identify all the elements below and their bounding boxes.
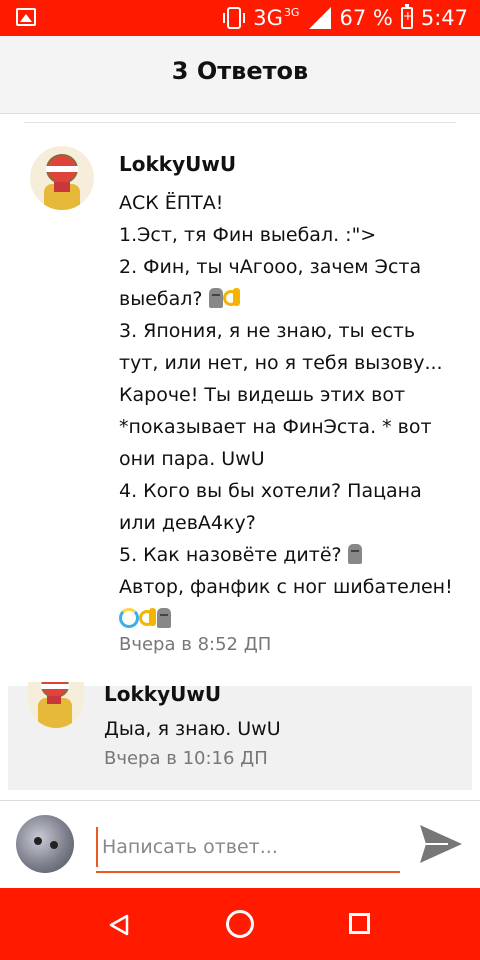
divider — [24, 122, 456, 123]
recents-icon[interactable] — [349, 913, 370, 934]
page-title: 3 Ответов — [171, 57, 309, 85]
comment-line: 2. Фин, ты чАгооо, зачем Эста — [119, 256, 422, 278]
reply-avatar[interactable] — [28, 682, 84, 728]
comment-line: или девА4ку? — [119, 512, 256, 534]
home-icon[interactable] — [226, 910, 254, 938]
comment-line: Кароче! Ты видешь этих вот — [119, 384, 406, 406]
clock: 5:47 — [420, 6, 468, 30]
dizzy-icon — [119, 608, 139, 628]
comment-line-with-emoji: 5. Как назовёте дитё? — [119, 539, 464, 571]
comment-text: АСК ЁПТА! 1.Эст, тя Фин выебал. :"> 2. Ф… — [119, 187, 464, 635]
network-label: 3G — [253, 6, 283, 30]
back-icon[interactable] — [108, 914, 130, 936]
status-icons: 3G3G 67 % 5:47 — [223, 0, 468, 36]
network-type: 3G 3G — [253, 6, 299, 30]
comment-line-with-emoji: выебал? — [119, 283, 464, 315]
header: 3 Ответов — [0, 36, 480, 114]
battery-charging-icon — [400, 4, 413, 29]
reply: LokkyUwU Дыа, я знаю. UwU Вчера в 10:16 … — [8, 682, 472, 790]
ok-hand-icon — [139, 608, 157, 628]
avatar[interactable] — [30, 146, 94, 210]
comment-line: 3. Япония, я не знаю, ты есть — [119, 320, 416, 342]
moai-icon — [157, 608, 171, 628]
comment-line: 1.Эст, тя Фин выебал. :"> — [119, 224, 377, 246]
composer — [0, 800, 480, 888]
send-icon[interactable] — [418, 823, 464, 865]
moai-icon — [347, 544, 362, 564]
comment-line: тут, или нет, но я тебя вызову... — [119, 352, 443, 374]
user-avatar[interactable] — [16, 815, 74, 873]
reply-text: Дыа, я знаю. UwU — [104, 718, 281, 740]
battery-percent: 67 % — [339, 6, 393, 30]
vibrate-icon — [223, 7, 246, 29]
reply-input[interactable] — [96, 827, 400, 867]
status-bar: 3G3G 67 % 5:47 — [0, 0, 480, 36]
reply-author[interactable]: LokkyUwU — [104, 682, 221, 706]
comment-line: 5. Как назовёте дитё? — [119, 544, 342, 566]
reply-input-wrapper — [96, 827, 400, 873]
network-sup: 3G — [283, 6, 300, 19]
moai-icon — [208, 288, 223, 308]
reply-timestamp: Вчера в 10:16 ДП — [104, 748, 268, 769]
comment-line: они пара. UwU — [119, 448, 265, 470]
emoji-line — [119, 603, 464, 635]
gallery-icon — [16, 8, 36, 26]
comment-line: Автор, фанфик с ног шибателен! — [119, 576, 453, 598]
comment-line: выебал? — [119, 288, 203, 310]
signal-icon — [309, 7, 332, 29]
comment-line: АСК ЁПТА! — [119, 192, 224, 214]
comment-line: 4. Кого вы бы хотели? Пацана — [119, 480, 422, 502]
comment-line: *показывает на ФинЭста. * вот — [119, 416, 432, 438]
ok-hand-icon — [222, 288, 241, 308]
comment-author[interactable]: LokkyUwU — [119, 152, 236, 176]
comment-timestamp: Вчера в 8:52 ДП — [119, 634, 272, 655]
navigation-bar — [0, 888, 480, 960]
